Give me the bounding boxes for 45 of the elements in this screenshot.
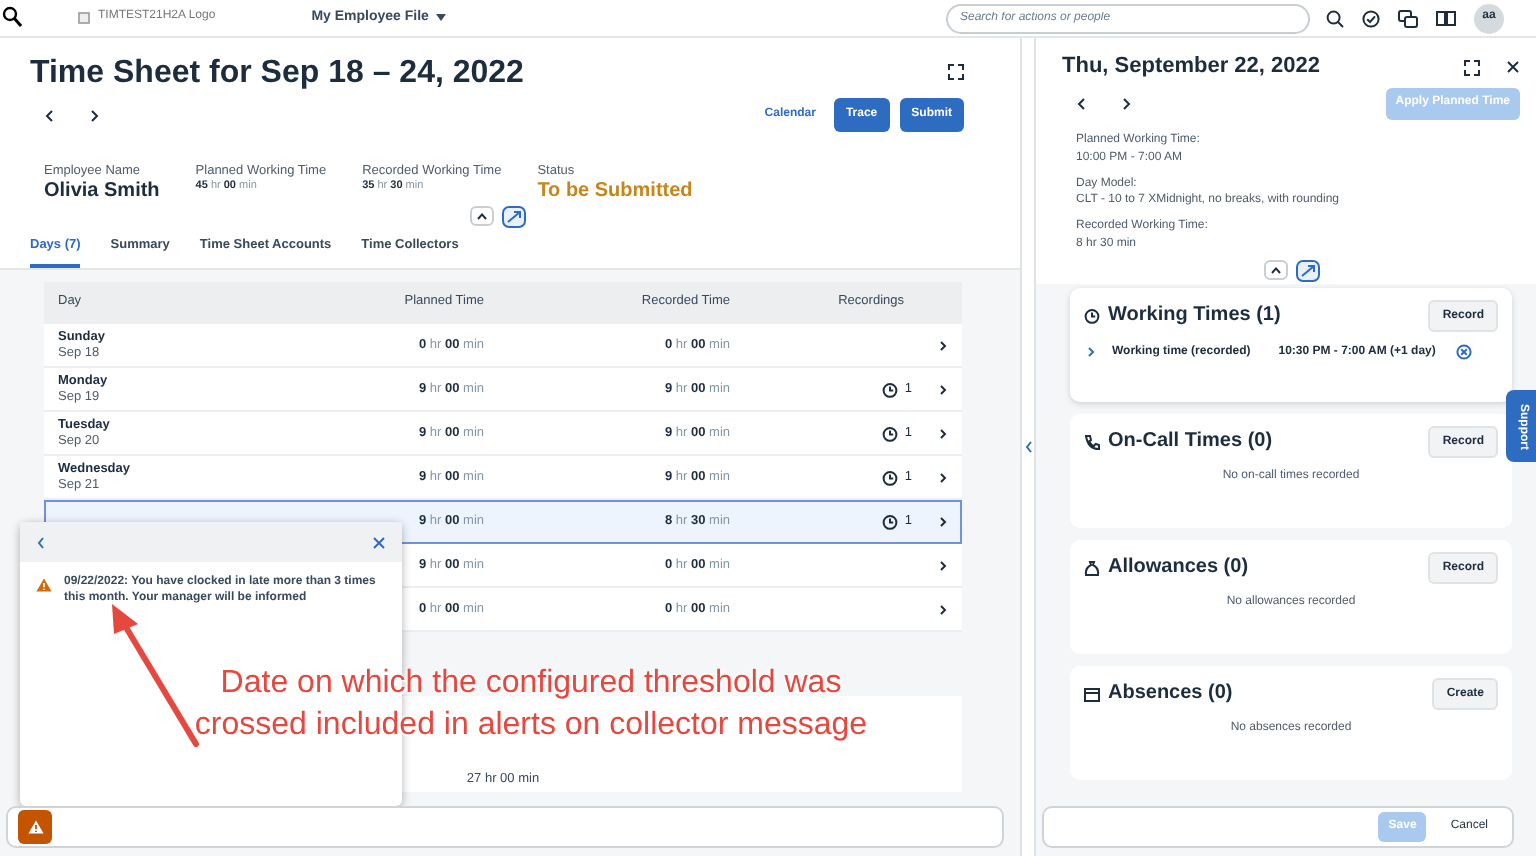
chevron-up-icon [475,212,487,221]
clock-icon [1084,308,1100,325]
warning-icon [36,578,52,592]
warning-icon [27,820,43,834]
chevron-right-icon[interactable] [938,515,948,528]
page-title: Time Sheet for Sep 18 – 24, 2022 [30,54,524,93]
employee-name: Olivia Smith [44,180,160,203]
clock-icon [882,425,899,442]
collapse-button[interactable] [469,206,493,227]
fullscreen-icon[interactable] [1464,59,1480,76]
chevron-right-icon[interactable] [938,559,948,572]
section-title: Allowances (0) [1108,556,1249,581]
chevron-right-icon[interactable] [938,471,948,484]
fullscreen-icon[interactable] [948,64,964,80]
section-title: On-Call Times (0) [1108,430,1273,455]
calendar-icon [1084,686,1100,703]
clock-icon [882,381,899,398]
search-icon[interactable] [1326,9,1344,27]
collapse-button[interactable] [1263,260,1287,281]
caret-icon [436,14,447,22]
warning-button[interactable] [18,810,52,844]
broken-image-icon [78,12,90,24]
chevron-right-icon[interactable] [938,603,948,616]
close-icon[interactable] [1506,60,1520,75]
chevron-up-icon [1269,266,1281,275]
chevron-right-icon[interactable] [938,339,948,352]
money-bag-icon [1084,560,1100,577]
section-title: Absences (0) [1108,682,1233,707]
chevron-right-icon[interactable] [938,383,948,396]
annotation-text: Date on which the configured threshold was crossed included in alerts on collector message [192,664,870,746]
clock-icon [882,513,899,530]
chevron-right-icon[interactable] [1118,96,1134,113]
panel-title: Thu, September 22, 2022 [1062,54,1320,81]
magnifier-icon [2,6,22,30]
phone-icon [1084,434,1100,451]
chevron-right-icon[interactable] [938,427,948,440]
status-text: To be Submitted [537,180,693,203]
book-icon[interactable] [1436,10,1456,26]
remove-circle-icon[interactable] [1455,344,1472,361]
check-circle-icon[interactable] [1362,9,1380,27]
chevron-right-icon[interactable] [86,107,102,124]
section-title: Working Times (1) [1108,304,1281,329]
chevron-left-icon[interactable] [1074,96,1090,113]
chevron-left-icon[interactable] [42,107,58,124]
clock-icon [882,469,899,486]
